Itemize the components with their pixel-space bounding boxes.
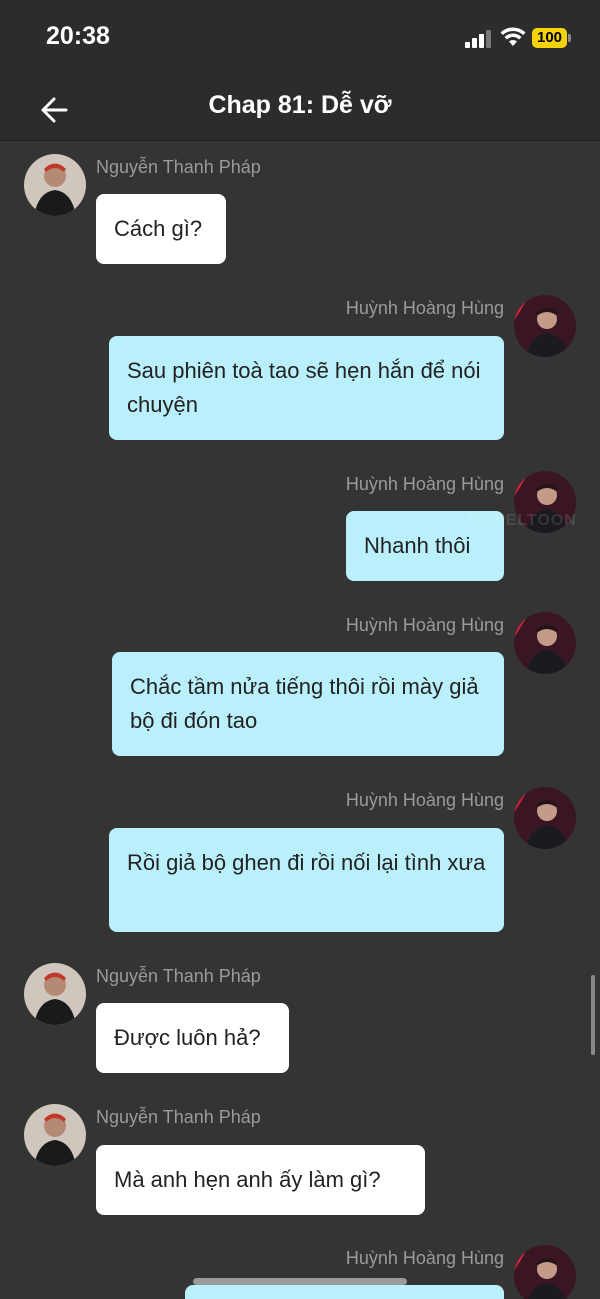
message-bubble[interactable]: Rồi giả bộ ghen đi rồi nối lại tình xưa	[109, 828, 504, 932]
message-bubble[interactable]: Được luôn hả?	[96, 1003, 289, 1073]
avatar-nguyen-thanh-phap[interactable]	[24, 154, 86, 216]
sender-name: Nguyễn Thanh Pháp	[96, 966, 261, 986]
nav-bar: Chap 81: Dễ vỡ	[0, 78, 600, 141]
sender-name: Nguyễn Thanh Pháp	[96, 1107, 261, 1127]
sender-name: Huỳnh Hoàng Hùng	[345, 474, 504, 494]
message-bubble[interactable]: Cách gì?	[96, 194, 226, 264]
battery-tip	[568, 34, 571, 42]
message-bubble[interactable]: Sau phiên toà tao sẽ hẹn hắn để nói chuy…	[109, 336, 504, 440]
message-bubble[interactable]: Chắc tầm nửa tiếng thôi rồi mày giả bộ đ…	[112, 652, 504, 756]
status-bar: 20:38 100	[0, 0, 600, 78]
scrollbar[interactable]	[591, 975, 595, 1055]
message-bubble[interactable]	[185, 1285, 504, 1299]
cellular-signal-icon	[465, 28, 493, 48]
sender-name: Huỳnh Hoàng Hùng	[345, 615, 504, 635]
sender-name: Nguyễn Thanh Pháp	[96, 157, 261, 177]
watermark: NOVELTOON	[468, 512, 577, 529]
sender-name: Huỳnh Hoàng Hùng	[345, 790, 504, 810]
chapter-title: Chap 81: Dễ vỡ	[208, 91, 392, 119]
status-time: 20:38	[46, 22, 110, 50]
sender-name: Huỳnh Hoàng Hùng	[345, 298, 504, 318]
chat-list[interactable]: Nguyễn Thanh Pháp Cách gì? Huỳnh Hoàng H…	[0, 141, 600, 1299]
avatar-nguyen-thanh-phap[interactable]	[24, 1104, 86, 1166]
avatar-nguyen-thanh-phap[interactable]	[24, 963, 86, 1025]
avatar-huynh-hoang-hung[interactable]	[514, 1245, 576, 1299]
battery-icon: 100	[532, 28, 567, 48]
sender-name: Huỳnh Hoàng Hùng	[345, 1248, 504, 1268]
avatar-huynh-hoang-hung[interactable]	[514, 787, 576, 849]
message-bubble[interactable]: Mà anh hẹn anh ấy làm gì?	[96, 1145, 425, 1215]
avatar-huynh-hoang-hung[interactable]	[514, 612, 576, 674]
home-indicator[interactable]	[193, 1278, 407, 1285]
wifi-icon	[500, 27, 526, 46]
avatar-huynh-hoang-hung[interactable]	[514, 295, 576, 357]
